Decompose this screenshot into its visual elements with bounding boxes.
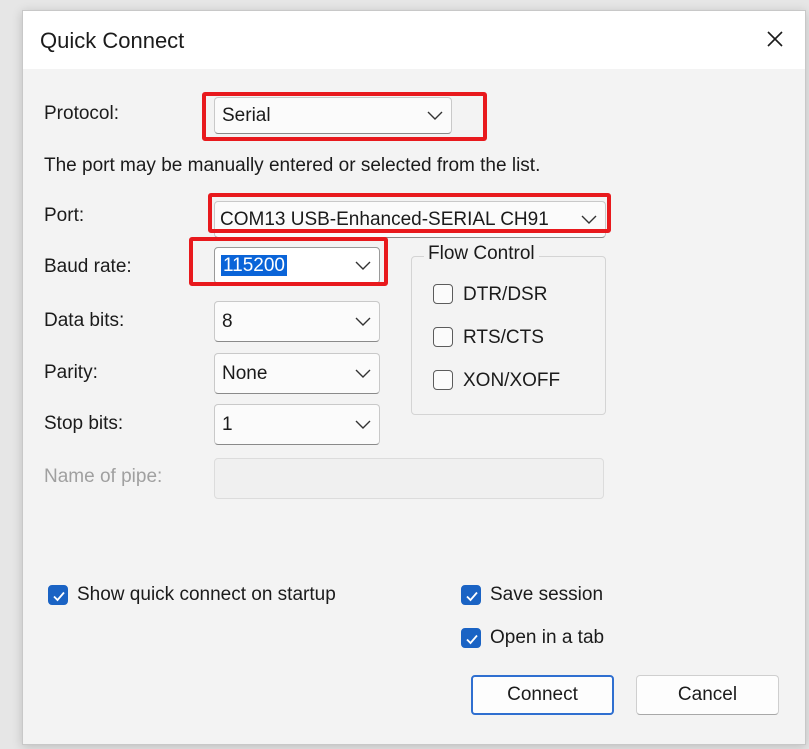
quick-connect-dialog: Quick Connect Protocol: Serial The port … <box>22 10 806 745</box>
checkmark-icon <box>466 634 478 645</box>
parity-label: Parity: <box>44 362 98 383</box>
title-bar: Quick Connect <box>23 11 805 69</box>
open-in-tab-checkbox[interactable] <box>461 628 481 648</box>
chevron-down-icon <box>427 111 443 120</box>
parity-select[interactable]: None <box>214 353 380 394</box>
chevron-down-icon <box>355 369 371 378</box>
xon-xoff-label[interactable]: XON/XOFF <box>463 370 560 392</box>
save-session-label[interactable]: Save session <box>490 584 603 606</box>
port-value: COM13 USB-Enhanced-SERIAL CH91 <box>220 208 549 230</box>
dialog-title: Quick Connect <box>40 28 185 53</box>
port-select[interactable]: COM13 USB-Enhanced-SERIAL CH91 <box>214 201 606 238</box>
baud-rate-value: 115200 <box>221 254 287 276</box>
open-in-tab-label[interactable]: Open in a tab <box>490 627 604 649</box>
save-session-checkbox[interactable] <box>461 585 481 605</box>
checkmark-icon <box>466 591 478 602</box>
data-bits-label: Data bits: <box>44 310 125 331</box>
show-on-startup-checkbox[interactable] <box>48 585 68 605</box>
connect-button[interactable]: Connect <box>471 675 614 715</box>
stop-bits-select[interactable]: 1 <box>214 404 380 445</box>
show-on-startup-label[interactable]: Show quick connect on startup <box>77 584 336 606</box>
baud-rate-label: Baud rate: <box>44 256 132 277</box>
chevron-down-icon <box>355 317 371 326</box>
cancel-button[interactable]: Cancel <box>636 675 779 715</box>
data-bits-value: 8 <box>222 310 233 332</box>
pipe-name-input <box>214 458 604 499</box>
dtr-dsr-checkbox[interactable] <box>433 284 453 304</box>
chevron-down-icon <box>355 420 371 429</box>
pipe-name-label: Name of pipe: <box>44 466 163 487</box>
protocol-label: Protocol: <box>44 103 119 124</box>
flow-control-title: Flow Control <box>424 243 539 265</box>
baud-rate-select[interactable]: 115200 <box>214 247 380 284</box>
rts-cts-label[interactable]: RTS/CTS <box>463 327 544 349</box>
xon-xoff-checkbox[interactable] <box>433 370 453 390</box>
stop-bits-label: Stop bits: <box>44 413 124 434</box>
close-button[interactable] <box>757 21 793 57</box>
checkmark-icon <box>53 591 65 602</box>
close-icon <box>767 31 783 47</box>
port-label: Port: <box>44 205 85 226</box>
protocol-value: Serial <box>222 104 271 126</box>
stop-bits-value: 1 <box>222 413 233 435</box>
parity-value: None <box>222 362 268 384</box>
chevron-down-icon <box>581 214 597 225</box>
data-bits-select[interactable]: 8 <box>214 301 380 342</box>
rts-cts-checkbox[interactable] <box>433 327 453 347</box>
port-hint-text: The port may be manually entered or sele… <box>44 155 541 176</box>
dtr-dsr-label[interactable]: DTR/DSR <box>463 284 547 306</box>
chevron-down-icon <box>355 261 371 270</box>
protocol-select[interactable]: Serial <box>214 97 452 134</box>
